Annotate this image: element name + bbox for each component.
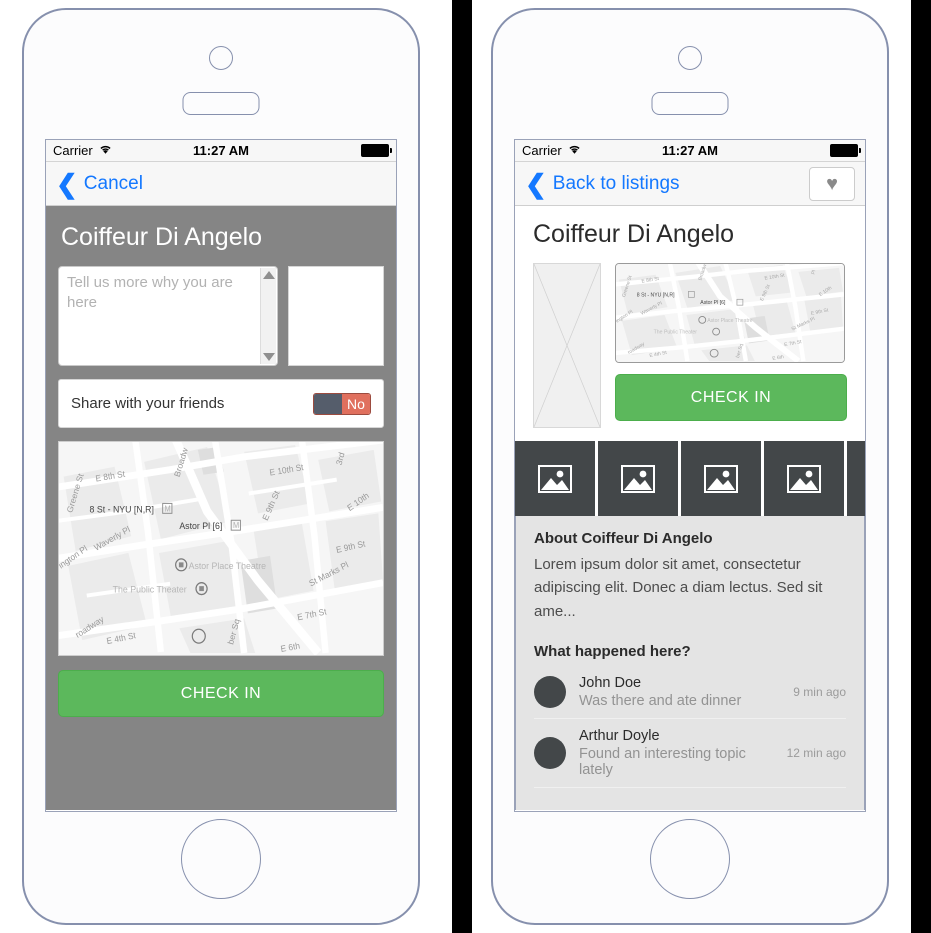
back-to-listings-button[interactable]: ❮ Back to listings <box>525 171 680 197</box>
about-and-activity-card: About Coiffeur Di Angelo Lorem ipsum dol… <box>515 516 865 810</box>
svg-text:Astor Place Theatre: Astor Place Theatre <box>189 561 266 571</box>
screen-right: Carrier 11:27 AM ❮ Back to listings ♥ Co… <box>514 139 866 812</box>
photo-thumbnail[interactable] <box>598 441 678 516</box>
activity-author: Arthur Doyle <box>579 727 660 744</box>
front-camera-icon <box>209 46 233 70</box>
share-toggle[interactable]: No <box>313 392 371 415</box>
activity-message: Found an interesting topic lately <box>579 745 746 778</box>
panel-divider-middle <box>452 0 472 933</box>
check-in-button-label: CHECK IN <box>180 684 262 702</box>
form-top-row: Tell us more why you are here <box>58 266 384 366</box>
avatar <box>534 675 566 708</box>
chevron-left-icon: ❮ <box>525 168 547 199</box>
activity-feed-heading: What happened here? <box>534 642 691 660</box>
svg-text:M: M <box>165 504 171 513</box>
triangle-up-icon[interactable] <box>262 271 275 279</box>
home-button[interactable] <box>650 819 730 899</box>
heart-icon: ♥ <box>826 172 838 195</box>
home-button[interactable] <box>181 819 261 899</box>
screen-left: Carrier 11:27 AM ❮ Cancel Coiffeur Di An… <box>45 139 397 812</box>
earpiece-speaker <box>182 92 260 115</box>
battery-full-icon <box>361 144 392 157</box>
image-placeholder-icon <box>787 464 821 493</box>
svg-text:The Public Theater: The Public Theater <box>113 584 187 594</box>
svg-text:Astor Pl [6]: Astor Pl [6] <box>700 300 726 306</box>
photo-thumbnail[interactable] <box>681 441 761 516</box>
location-map-small[interactable]: E 8th St Broadw E 10th St Pl Greene St W… <box>615 263 845 363</box>
page-title: Coiffeur Di Angelo <box>533 220 735 248</box>
battery-full-icon <box>830 144 861 157</box>
cancel-button-label: Cancel <box>83 172 143 194</box>
svg-text:8 St - NYU [N,R]: 8 St - NYU [N,R] <box>90 504 154 514</box>
activity-message: Was there and ate dinner <box>579 692 742 709</box>
image-placeholder-icon <box>704 464 738 493</box>
check-in-button[interactable]: CHECK IN <box>58 670 384 717</box>
note-textarea-placeholder: Tell us more why you are here <box>67 274 233 311</box>
triangle-down-icon[interactable] <box>262 353 275 361</box>
textarea-scrollbar[interactable] <box>260 268 277 364</box>
photo-thumbnail-strip[interactable] <box>515 441 865 516</box>
page-title: Coiffeur Di Angelo <box>61 223 263 251</box>
chevron-left-icon: ❮ <box>56 168 78 199</box>
status-time: 11:27 AM <box>662 143 718 158</box>
svg-text:Astor Pl [6]: Astor Pl [6] <box>179 521 222 531</box>
location-map-large[interactable]: E 8th St Broadw E 10th St 3rd Greene St … <box>58 441 384 656</box>
image-placeholder-icon <box>621 464 655 493</box>
about-heading: About Coiffeur Di Angelo <box>534 530 713 547</box>
share-toggle-value: No <box>342 393 370 414</box>
favorite-button[interactable]: ♥ <box>809 166 855 201</box>
activity-author: John Doe <box>579 674 642 691</box>
image-placeholder-icon <box>538 464 572 493</box>
status-time: 11:27 AM <box>193 143 249 158</box>
place-detail-panel: Coiffeur Di Angelo E 8th St Broadw E 10t… <box>515 206 865 810</box>
status-bar: Carrier 11:27 AM <box>515 140 865 162</box>
svg-text:Astor Place Theatre: Astor Place Theatre <box>707 318 752 324</box>
share-setting-row: Share with your friends No <box>58 379 384 428</box>
share-setting-label: Share with your friends <box>71 395 225 412</box>
photo-thumbnail[interactable] <box>847 441 865 516</box>
about-text: Lorem ipsum dolor sit amet, consectetur … <box>534 556 823 620</box>
note-textarea[interactable]: Tell us more why you are here <box>58 266 279 366</box>
list-item[interactable]: John Doe Was there and ate dinner 9 min … <box>534 666 846 719</box>
navigation-bar-left: ❮ Cancel <box>46 162 396 206</box>
svg-text:The Public Theater: The Public Theater <box>654 330 698 336</box>
panel-divider-right <box>911 0 931 933</box>
front-camera-icon <box>678 46 702 70</box>
activity-timestamp: 9 min ago <box>793 684 846 699</box>
earpiece-speaker <box>651 92 729 115</box>
check-in-button-label: CHECK IN <box>690 388 772 406</box>
list-item[interactable]: Arthur Doyle Found an interesting topic … <box>534 719 846 788</box>
status-bar: Carrier 11:27 AM <box>46 140 396 162</box>
svg-text:8 St - NYU [N,R]: 8 St - NYU [N,R] <box>637 292 675 298</box>
check-in-button[interactable]: CHECK IN <box>615 374 847 421</box>
share-toggle-knob <box>314 393 342 414</box>
checkin-form-panel: Coiffeur Di Angelo Tell us more why you … <box>46 206 396 810</box>
avatar <box>534 736 566 769</box>
back-to-listings-label: Back to listings <box>552 172 680 194</box>
photo-thumbnail[interactable] <box>515 441 595 516</box>
photo-thumbnail[interactable] <box>764 441 844 516</box>
image-placeholder-x-icon <box>533 263 601 428</box>
activity-timestamp: 12 min ago <box>786 745 846 760</box>
svg-text:M: M <box>233 521 239 530</box>
cancel-button[interactable]: ❮ Cancel <box>56 171 143 197</box>
phone-device-left: Carrier 11:27 AM ❮ Cancel Coiffeur Di An… <box>22 8 420 925</box>
side-preview-box <box>288 266 384 366</box>
navigation-bar-right: ❮ Back to listings ♥ <box>515 162 865 206</box>
phone-device-right: Carrier 11:27 AM ❮ Back to listings ♥ Co… <box>491 8 889 925</box>
